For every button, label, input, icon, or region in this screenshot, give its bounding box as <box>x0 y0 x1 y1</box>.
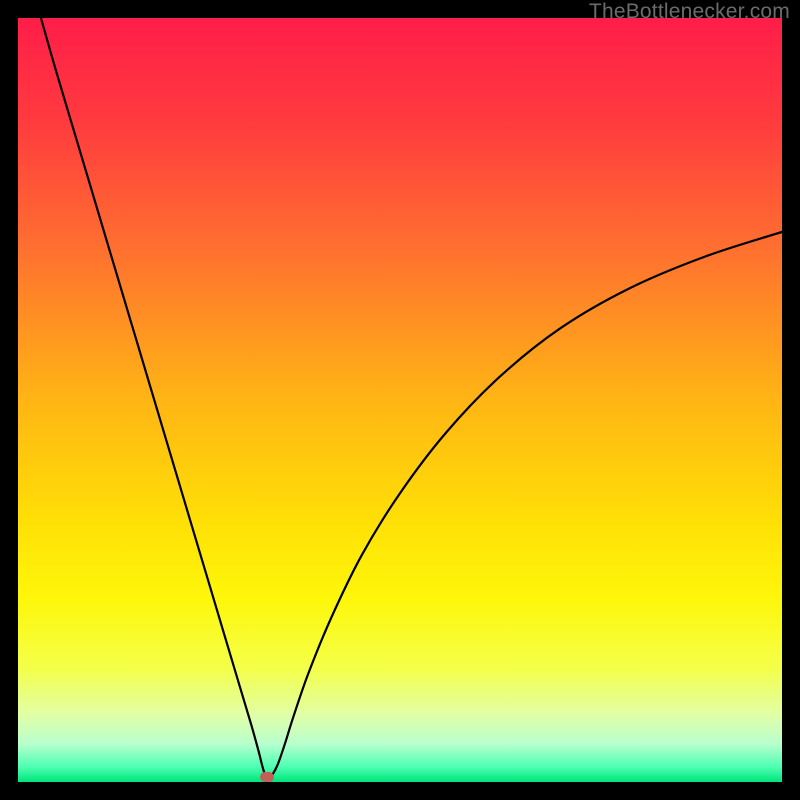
plot-frame <box>18 18 782 782</box>
watermark-text: TheBottlenecker.com <box>589 0 790 24</box>
gradient-background <box>18 18 782 782</box>
optimum-marker <box>260 772 274 782</box>
bottleneck-chart <box>18 18 782 782</box>
